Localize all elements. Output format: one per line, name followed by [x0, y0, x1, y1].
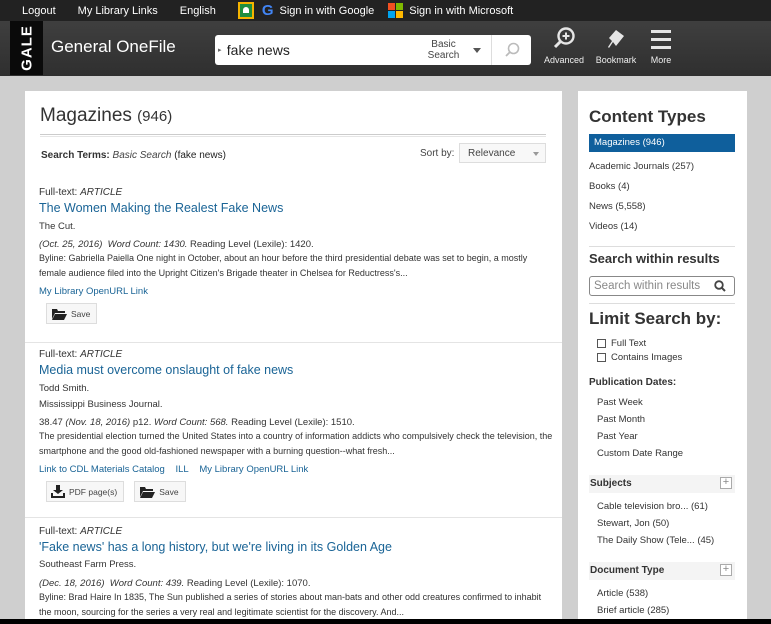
save-button[interactable]: Save: [46, 303, 98, 324]
search-within-heading: Search within results: [589, 251, 720, 266]
date-custom-range[interactable]: Custom Date Range: [597, 448, 683, 459]
contains-images-option: Contains Images: [597, 352, 682, 363]
content-type-academic-journals[interactable]: Academic Journals (257): [589, 161, 694, 172]
divider: [589, 303, 735, 304]
google-classroom-icon[interactable]: [237, 2, 254, 19]
openurl-link[interactable]: My Library OpenURL Link: [39, 286, 148, 297]
date-past-month[interactable]: Past Month: [597, 414, 645, 425]
menu-icon: [651, 30, 671, 49]
result-type: Full-text: ARTICLE: [39, 349, 123, 360]
pdf-download-button[interactable]: PDF page(s): [46, 481, 125, 502]
content-types-heading: Content Types: [589, 107, 706, 126]
result-abstract: Byline: Gabriella Paiella One night in O…: [39, 253, 528, 278]
result-meta: (Oct. 25, 2016) Word Count: 1430. Readin…: [39, 239, 314, 250]
result-source: Mississippi Business Journal.: [39, 399, 163, 410]
result-source: Southeast Farm Press.: [39, 559, 137, 570]
content-type-books[interactable]: Books (4): [589, 181, 630, 192]
subjects-facet-header: Subjects +: [589, 475, 735, 493]
bookmark-button[interactable]: Bookmark: [591, 27, 641, 65]
result-type: Full-text: ARTICLE: [39, 187, 123, 198]
result-abstract: The presidential election turned the Uni…: [39, 431, 553, 456]
google-icon: G: [261, 2, 274, 19]
result-meta: 38.47 (Nov. 18, 2016) p12. Word Count: 5…: [39, 417, 355, 428]
product-title[interactable]: General OneFile: [51, 37, 176, 57]
openurl-link[interactable]: My Library OpenURL Link: [199, 464, 308, 475]
content-type-news[interactable]: News (5,558): [589, 201, 646, 212]
folder-icon: [52, 308, 67, 320]
publication-dates-heading: Publication Dates:: [589, 377, 677, 388]
chevron-down-icon[interactable]: [473, 47, 482, 53]
date-past-week[interactable]: Past Week: [597, 397, 643, 408]
sort-label: Sort by:: [420, 148, 455, 159]
document-type-item[interactable]: Article (538): [597, 588, 648, 599]
catalog-link[interactable]: Link to CDL Materials Catalog: [39, 464, 165, 475]
full-text-option: Full Text: [597, 338, 646, 349]
bookmark-icon: [608, 30, 624, 48]
content-type-magazines[interactable]: Magazines (946): [589, 134, 735, 152]
result-author: Todd Smith.: [39, 383, 90, 394]
result-title-link[interactable]: Media must overcome onslaught of fake ne…: [39, 363, 293, 377]
result-abstract: Byline: Brad Haire In 1835, The Sun publ…: [39, 592, 542, 617]
google-signin-link[interactable]: Sign in with Google: [279, 5, 374, 17]
result-title-link[interactable]: The Women Making the Realest Fake News: [39, 201, 283, 215]
search-type-select[interactable]: Basic Search: [424, 39, 463, 61]
search-icon: [504, 42, 519, 57]
results-panel: Magazines (946) Search Terms: Basic Sear…: [25, 91, 562, 624]
divider: [40, 134, 546, 137]
date-past-year[interactable]: Past Year: [597, 431, 638, 442]
search-input[interactable]: [226, 42, 413, 58]
subject-item[interactable]: The Daily Show (Tele... (45): [597, 535, 714, 546]
microsoft-signin-link[interactable]: Sign in with Microsoft: [409, 5, 513, 17]
sidebar: Content Types Magazines (946) Academic J…: [578, 91, 747, 624]
taskbar-edge: [0, 619, 771, 624]
advanced-search-icon: [553, 27, 575, 49]
result-source: The Cut.: [39, 221, 76, 232]
result-links: Link to CDL Materials Catalog ILL My Lib…: [39, 464, 562, 475]
page-title: Magazines (946): [40, 105, 173, 126]
document-type-facet-header: Document Type +: [589, 562, 735, 580]
search-within-input[interactable]: [594, 280, 714, 292]
logout-link[interactable]: Logout: [22, 5, 56, 17]
save-button[interactable]: Save: [134, 481, 186, 502]
result-title-link[interactable]: 'Fake news' has a long history, but we'r…: [39, 540, 392, 554]
language-selector[interactable]: English: [180, 5, 216, 17]
document-type-item[interactable]: Brief article (285): [597, 605, 669, 616]
caret-icon: ▸: [218, 47, 222, 54]
contains-images-checkbox[interactable]: [597, 353, 606, 362]
result-count: (946): [137, 108, 173, 125]
expand-subjects-icon[interactable]: +: [720, 477, 732, 489]
subject-item[interactable]: Stewart, Jon (50): [597, 518, 669, 529]
header: GALE General OneFile ▸ Basic Search Adva…: [0, 21, 771, 76]
limit-search-heading: Limit Search by:: [589, 309, 722, 328]
full-text-checkbox[interactable]: [597, 339, 606, 348]
result-links: My Library OpenURL Link: [39, 286, 562, 297]
search-within-box: [589, 276, 735, 296]
download-icon: [51, 485, 65, 498]
result-item: Full-text: ARTICLE The Women Making the …: [25, 187, 562, 324]
result-type: Full-text: ARTICLE: [39, 526, 123, 537]
search-icon[interactable]: [714, 280, 726, 292]
gale-logo[interactable]: GALE: [10, 21, 43, 75]
expand-document-type-icon[interactable]: +: [720, 564, 732, 576]
search-box: ▸ Basic Search: [215, 35, 531, 65]
microsoft-icon: [388, 3, 404, 18]
utility-bar: Logout My Library Links English G Sign i…: [0, 0, 771, 21]
ill-link[interactable]: ILL: [175, 464, 188, 475]
search-button[interactable]: [491, 35, 531, 65]
chevron-down-icon: [533, 152, 539, 156]
folder-icon: [140, 486, 156, 498]
subject-item[interactable]: Cable television bro... (61): [597, 501, 708, 512]
sort-select[interactable]: Relevance: [459, 143, 546, 163]
result-meta: (Dec. 18, 2016) Word Count: 439. Reading…: [39, 578, 311, 589]
library-links-link[interactable]: My Library Links: [78, 5, 158, 17]
search-terms: Search Terms: Basic Search (fake news): [41, 150, 226, 161]
content-type-videos[interactable]: Videos (14): [589, 221, 637, 232]
result-item: Full-text: ARTICLE Media must overcome o…: [25, 342, 562, 502]
more-button[interactable]: More: [636, 27, 686, 65]
result-item: Full-text: ARTICLE 'Fake news' has a lon…: [25, 517, 562, 620]
divider: [589, 246, 735, 247]
advanced-search-button[interactable]: Advanced: [539, 27, 589, 65]
